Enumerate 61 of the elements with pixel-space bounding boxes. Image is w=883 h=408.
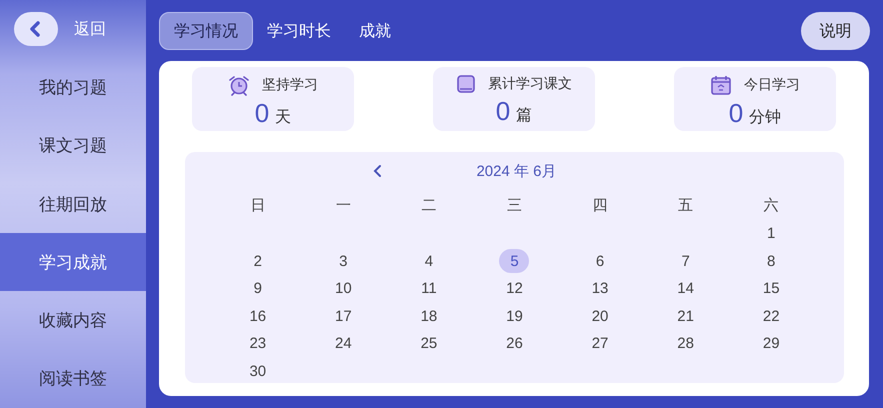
stat-label: 累计学习课文	[488, 75, 572, 93]
stat-value: 0	[728, 98, 744, 129]
weekday-label: 一	[336, 196, 351, 214]
calendar-day[interactable]: 3	[328, 249, 358, 274]
weekday-label: 四	[592, 196, 608, 214]
calendar-day[interactable]: 22	[756, 304, 786, 328]
calendar-day[interactable]: 11	[414, 276, 444, 301]
alarm-clock-icon	[228, 74, 250, 96]
back-icon	[14, 12, 58, 46]
stat-label: 今日学习	[744, 76, 800, 94]
calendar-day[interactable]: 23	[242, 332, 273, 356]
stat-unit: 分钟	[749, 108, 782, 128]
calendar-day[interactable]: 15	[756, 276, 786, 301]
calendar-day[interactable]: 14	[670, 276, 701, 301]
calendar-day[interactable]: 20	[585, 304, 616, 328]
calendar-day[interactable]: 2	[242, 249, 273, 274]
calendar-day[interactable]: 19	[499, 304, 530, 328]
stat-value: 0	[254, 98, 270, 129]
calendar-day[interactable]: 24	[328, 332, 358, 356]
calendar-day[interactable]: 6	[585, 249, 616, 274]
sidebar-item[interactable]: 学习成就	[0, 233, 146, 292]
weekday-label: 二	[421, 196, 436, 214]
sidebar-item[interactable]: 课文习题	[0, 116, 146, 175]
stat-value: 0	[496, 96, 510, 127]
sidebar-item[interactable]: 往期回放	[0, 174, 146, 234]
weekday-label: 六	[764, 196, 779, 214]
tab[interactable]: 成就	[345, 12, 405, 50]
calendar-day[interactable]: 18	[414, 304, 444, 328]
calendar-day[interactable]: 7	[670, 249, 701, 274]
calendar-day[interactable]: 10	[328, 276, 358, 301]
stat-unit: 篇	[516, 106, 532, 126]
tab[interactable]: 学习时长	[253, 12, 345, 50]
sidebar-item[interactable]: 阅读书签	[0, 350, 146, 408]
sidebar-item[interactable]: 收藏内容	[0, 291, 146, 350]
book-icon	[456, 74, 476, 94]
sidebar-item[interactable]: 我的习题	[0, 58, 146, 117]
calendar-day[interactable]: 25	[414, 332, 444, 356]
calendar-day[interactable]: 4	[414, 249, 444, 274]
help-button[interactable]: 说明	[801, 12, 870, 50]
stat-unit: 天	[275, 108, 292, 128]
calendar-day[interactable]: 21	[670, 304, 701, 328]
calendar-day[interactable]: 28	[670, 332, 701, 356]
calendar-day[interactable]: 30	[242, 359, 273, 384]
stat-label: 坚持学习	[262, 76, 318, 94]
calendar-day[interactable]: 9	[242, 276, 273, 301]
calendar-day[interactable]: 16	[242, 304, 273, 328]
calendar-day[interactable]: 17	[328, 304, 358, 328]
weekday-label: 五	[678, 196, 694, 214]
calendar-day[interactable]: 5	[499, 249, 530, 274]
weekday-label: 三	[506, 196, 522, 214]
calendar-day[interactable]: 12	[499, 276, 530, 301]
calendar-day[interactable]: 27	[585, 332, 616, 356]
weekday-label: 日	[250, 196, 266, 214]
calendar-day[interactable]: 26	[499, 332, 530, 356]
calendar-icon	[710, 74, 732, 96]
calendar-day[interactable]: 29	[756, 332, 786, 356]
calendar-day[interactable]: 1	[756, 222, 786, 246]
month-title: 2024 年 6月	[476, 162, 557, 180]
calendar-day[interactable]: 8	[756, 249, 786, 274]
tab[interactable]: 学习情况	[159, 12, 253, 50]
calendar-day[interactable]: 13	[585, 276, 616, 301]
